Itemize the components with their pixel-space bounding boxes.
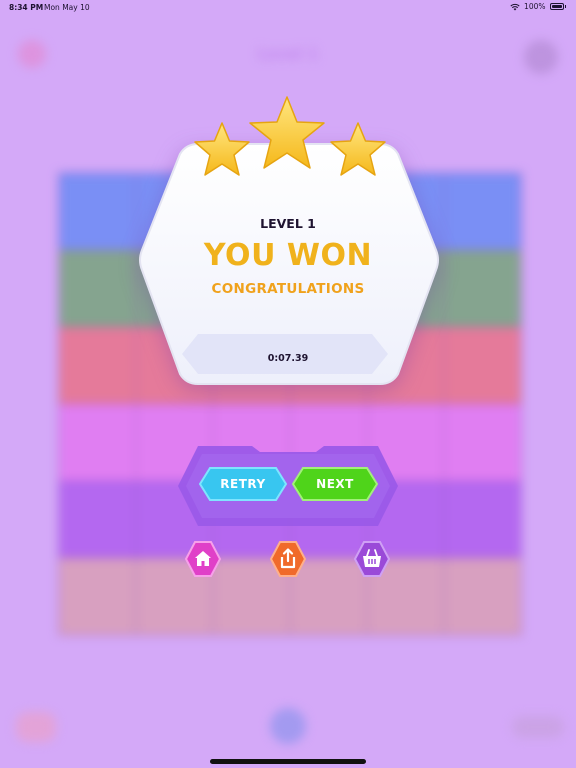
background-hint-button: [16, 712, 56, 742]
home-indicator[interactable]: [210, 759, 366, 764]
retry-label: RETRY: [220, 477, 266, 491]
share-icon: [269, 541, 307, 577]
grid-cell: [59, 558, 136, 635]
grid-cell: [444, 404, 521, 481]
background-coins-badge: [512, 716, 564, 738]
battery-icon: [549, 3, 564, 10]
next-label: NEXT: [316, 477, 354, 491]
grid-cell: [59, 481, 136, 558]
grid-cell: [59, 404, 136, 481]
home-button[interactable]: [183, 539, 223, 579]
background-level-title: Level 1: [257, 45, 319, 63]
you-won-headline: YOU WON: [203, 238, 373, 273]
next-button[interactable]: NEXT: [291, 466, 379, 502]
home-icon: [184, 541, 222, 577]
grid-cell: [444, 558, 521, 635]
star-icon: [194, 122, 250, 176]
status-time: 8:34 PM: [9, 3, 44, 12]
wifi-icon: [510, 3, 520, 10]
grid-cell: [59, 327, 136, 404]
shopping-basket-icon: [353, 541, 391, 577]
background-center-button: [270, 708, 306, 744]
grid-cell: [444, 481, 521, 558]
status-indicators: 100%: [510, 2, 566, 11]
star-icon: [249, 96, 325, 169]
shop-button[interactable]: [352, 539, 392, 579]
status-bar: 8:34 PM Mon May 10 100%: [0, 0, 576, 14]
battery-percent: 100%: [524, 2, 546, 11]
grid-cell: [444, 327, 521, 404]
retry-button[interactable]: RETRY: [198, 466, 288, 502]
congratulations-text: CONGRATULATIONS: [211, 281, 365, 297]
settings-icon: [524, 40, 558, 74]
share-button[interactable]: [268, 539, 308, 579]
star-icon: [330, 122, 386, 176]
stars-rating: [194, 96, 386, 176]
status-date: Mon May 10: [44, 3, 90, 12]
completion-time: 0:07.39: [267, 353, 309, 364]
level-label: LEVEL 1: [260, 216, 316, 231]
